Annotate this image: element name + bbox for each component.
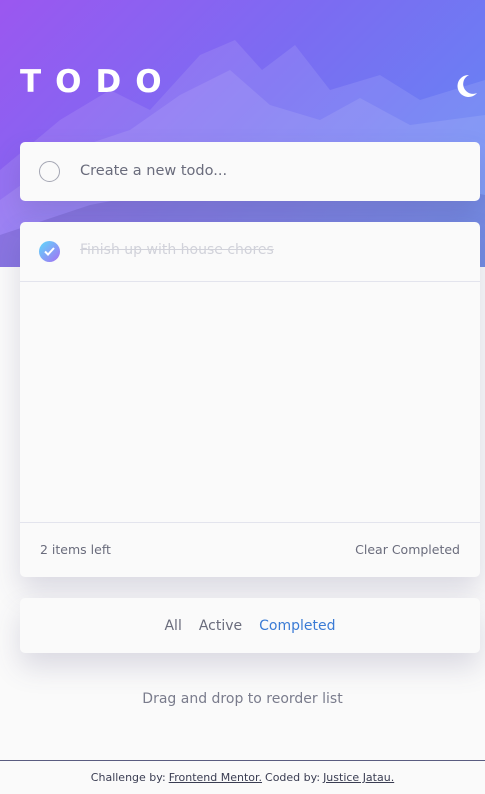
attribution: Challenge by: Frontend Mentor. Coded by:… xyxy=(0,760,485,794)
new-todo-input[interactable] xyxy=(80,159,460,183)
moon-icon[interactable] xyxy=(452,72,480,100)
list-footer: 2 items left Clear Completed xyxy=(20,522,480,577)
new-todo-card xyxy=(20,142,480,201)
filter-all[interactable]: All xyxy=(164,618,181,634)
frontend-mentor-link[interactable]: Frontend Mentor. xyxy=(169,771,262,784)
filter-completed[interactable]: Completed xyxy=(259,618,335,634)
todo-item[interactable]: Finish up with house chores xyxy=(20,222,480,282)
check-icon[interactable] xyxy=(39,241,60,262)
drag-hint: Drag and drop to reorder list xyxy=(142,691,343,707)
clear-completed-button[interactable]: Clear Completed xyxy=(355,542,460,557)
app-title: TODO xyxy=(20,64,176,100)
author-link[interactable]: Justice Jatau. xyxy=(323,771,394,784)
filter-bar: All Active Completed xyxy=(20,598,480,653)
items-left-count: 2 items left xyxy=(40,542,111,557)
new-todo-checkbox[interactable] xyxy=(39,161,60,182)
todo-text: Finish up with house chores xyxy=(80,242,274,258)
coded-prefix: Coded by: xyxy=(265,771,321,784)
todo-list: Finish up with house chores 2 items left… xyxy=(20,222,480,577)
filter-active[interactable]: Active xyxy=(199,618,242,634)
challenge-prefix: Challenge by: xyxy=(90,771,166,784)
